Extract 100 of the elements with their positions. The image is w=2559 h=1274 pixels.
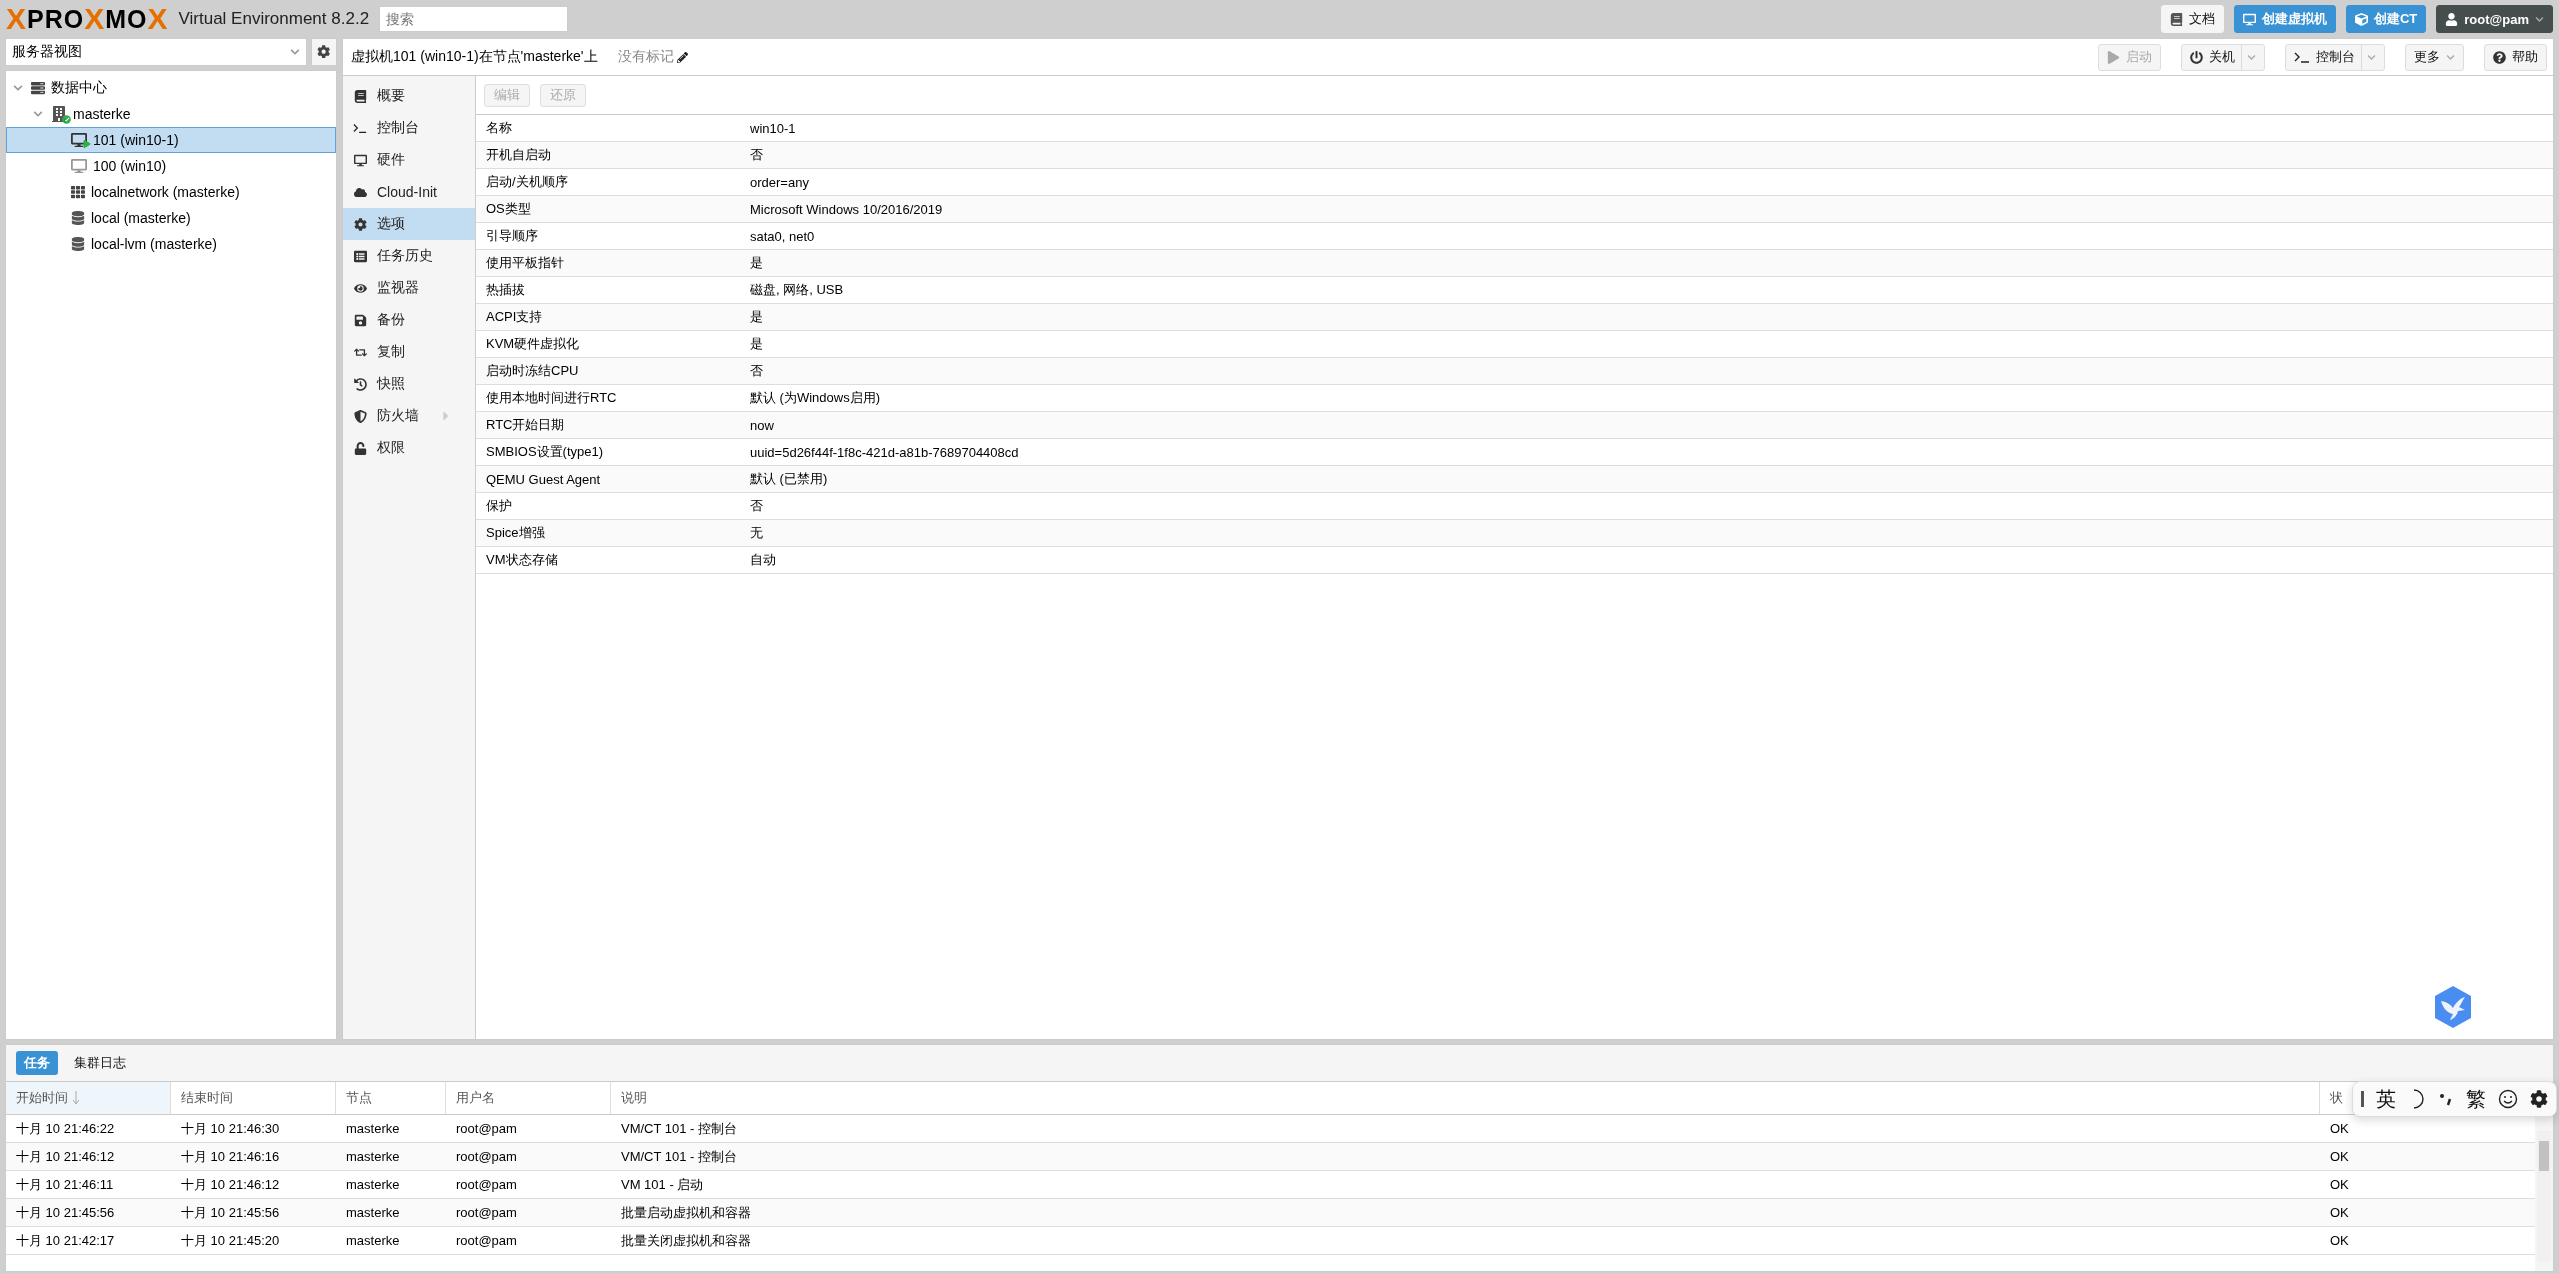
menu-item[interactable]: 控制台 [343,112,475,144]
option-value: 否 [749,497,764,515]
caret-icon[interactable] [33,109,43,119]
option-name: SMBIOS设置(type1) [485,443,605,461]
terminal-icon [2294,51,2310,63]
action-button[interactable]: 更多 [2405,43,2464,71]
smiley-icon[interactable] [2498,1089,2518,1109]
option-name: 名称 [485,119,513,137]
caret-icon [2535,14,2544,24]
table-cell-text: 十月 10 21:46:12 [180,1175,281,1194]
panel-tab[interactable]: 集群日志 [66,1051,134,1075]
database-icon [71,211,85,225]
table-cell-text: OK [2329,1177,2350,1192]
option-value: 自动 [749,551,777,569]
option-value: 是 [749,335,764,353]
server-rack-icon [31,81,45,95]
ime-language[interactable]: 英 [2376,1085,2396,1113]
menu-item[interactable]: 快照 [343,368,475,400]
monitor-icon [71,158,87,174]
option-value: 是 [749,308,764,326]
settings-button[interactable] [311,38,337,66]
menu-item[interactable]: 监视器 [343,272,475,304]
menu-item[interactable]: 防火墙 [343,400,475,432]
caret-icon[interactable] [13,83,23,93]
tree-item[interactable]: local (masterke) [6,205,336,231]
table-cell-text: 十月 10 21:46:30 [180,1119,281,1138]
tree-item[interactable]: 数据中心 [6,75,336,101]
tree-item[interactable]: 101 (win10-1) [6,127,336,153]
option-name: OS类型 [485,200,532,218]
user-icon [2445,12,2459,26]
cloud-icon [353,185,367,199]
eye-icon [353,281,367,295]
menu-item[interactable]: 硬件 [343,144,475,176]
table-cell-text: 十月 10 21:46:16 [180,1147,281,1166]
option-value: 磁盘, 网络, USB [749,281,845,299]
menu-item[interactable]: 概要 [343,80,475,112]
menu-item[interactable]: 任务历史 [343,240,475,272]
option-name: 保护 [485,497,513,515]
terminal-icon [353,122,367,134]
bird-app-icon[interactable] [2433,985,2473,1029]
list-icon [353,249,367,263]
menu-item[interactable]: 选项 [343,208,475,240]
scrollbar[interactable] [2537,1131,2551,1261]
table-cell-text: OK [2329,1149,2350,1164]
action-button[interactable]: 关机 [2181,43,2265,71]
settings-icon[interactable] [2530,1090,2548,1108]
table-cell-text: root@pam [455,1121,518,1136]
shield-icon [353,409,367,423]
option-name: 热插拔 [485,281,526,299]
database-icon [71,237,85,251]
menu-item[interactable]: Cloud-Init [343,176,475,208]
option-value: order=any [749,174,810,190]
table-cell-text: OK [2329,1233,2350,1248]
option-name: 使用平板指针 [485,254,565,272]
caret-icon [2367,52,2376,62]
table-cell-text: 十月 10 21:45:56 [15,1203,116,1222]
gear-icon [353,217,367,231]
caret-icon [2446,52,2455,62]
table-cell-text: root@pam [455,1177,518,1192]
tags-link[interactable]: 没有标记 [617,48,688,66]
table-cell-text: masterke [345,1205,401,1220]
settings-icon [317,45,331,59]
pencil-icon [676,51,688,63]
tree-item[interactable]: 100 (win10) [6,153,336,179]
cube-icon [2354,12,2368,26]
option-name: VM状态存储 [485,551,559,569]
search-field[interactable]: 搜索 [379,6,569,32]
menu-item[interactable]: 权限 [343,432,475,464]
help-icon [2493,50,2506,64]
table-cell-text: 十月 10 21:46:11 [15,1175,115,1194]
table-cell-text: VM/CT 101 - 控制台 [620,1147,739,1166]
ime-script[interactable]: 繁 [2466,1085,2486,1113]
play-icon [2107,50,2120,64]
unlock-icon [353,441,367,455]
action-button[interactable]: 控制台 [2285,43,2385,71]
caret-icon [2247,52,2256,62]
menu-item[interactable]: 复制 [343,336,475,368]
header-button[interactable]: 文档 [2160,5,2224,33]
option-name: Spice增强 [485,524,546,542]
table-cell-text: 十月 10 21:46:12 [15,1147,116,1166]
table-cell-text: OK [2329,1121,2350,1136]
tree-item[interactable]: local-lvm (masterke) [6,231,336,257]
table-cell-text: root@pam [455,1233,518,1248]
table-cell-text: 批量启动虚拟机和容器 [620,1203,752,1222]
menu-item[interactable]: 备份 [343,304,475,336]
action-button[interactable]: 帮助 [2484,43,2547,71]
caret-icon [290,47,300,57]
monitor-icon [353,153,367,167]
option-name: ACPI支持 [485,308,544,326]
header-button[interactable]: root@pam [2436,5,2553,33]
column-header[interactable]: 开始时间 [6,1082,171,1114]
table-cell-text: root@pam [455,1149,518,1164]
history-icon [353,377,367,391]
punctuation-icon[interactable] [2438,1091,2454,1107]
table-cell-text: 十月 10 21:45:20 [180,1231,281,1250]
view-select[interactable]: 服务器视图 [5,38,307,66]
tree-item[interactable]: localnetwork (masterke) [6,179,336,205]
option-value: 无 [749,524,764,542]
table-cell-text: 十月 10 21:45:56 [180,1203,281,1222]
option-value: 否 [749,146,764,164]
